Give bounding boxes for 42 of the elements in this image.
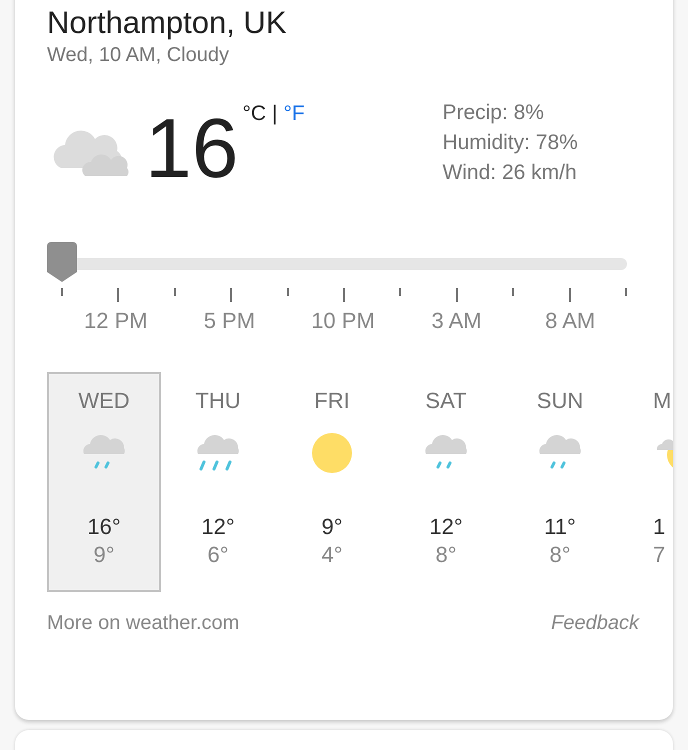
day-label: SUN <box>536 388 584 414</box>
low-temperature: 8° <box>435 542 457 568</box>
low-temperature: 4° <box>321 542 343 568</box>
day-forecast[interactable]: FRI 9° 4° <box>275 372 389 592</box>
unit-toggle[interactable]: °C <box>242 102 266 126</box>
time-label: 5 PM <box>202 308 256 334</box>
low-temperature: 9° <box>93 542 115 568</box>
day-forecast[interactable]: SAT 12° 8° <box>389 372 503 592</box>
day-label: FRI <box>314 388 350 414</box>
low-temperature: 8° <box>549 542 571 568</box>
weather-detail: Wind: 26 km/h <box>442 160 578 186</box>
day-label: THU <box>195 388 241 414</box>
day-forecast[interactable]: SUN 11° 8° <box>503 372 617 592</box>
timeline-slider[interactable] <box>47 242 627 282</box>
day-forecast[interactable]: WED 16° 9° <box>47 372 161 592</box>
slider-thumb[interactable] <box>47 242 77 282</box>
feedback-link[interactable]: Feedback <box>551 612 639 635</box>
day-label: M <box>653 388 672 414</box>
weather-subtitle: Wed, 10 AM, Cloudy <box>47 43 230 68</box>
low-temperature: 7 <box>653 542 666 568</box>
unit-toggle[interactable]: °F <box>283 102 305 126</box>
time-label: 3 AM <box>430 308 483 334</box>
current-temperature: 16 <box>145 106 238 190</box>
weather-detail: Humidity: 78% <box>442 130 578 156</box>
source-link[interactable]: More on weather.com <box>47 612 240 635</box>
high-temperature: 1 <box>653 514 666 540</box>
time-label: 12 PM <box>83 308 149 334</box>
weather-detail: Precip: 8% <box>442 100 545 126</box>
high-temperature: 16° <box>87 514 121 540</box>
day-label: WED <box>78 388 130 414</box>
time-label: 10 PM <box>310 308 376 334</box>
high-temperature: 9° <box>321 514 343 540</box>
high-temperature: 11° <box>544 514 576 540</box>
location-title: Northampton, UK <box>47 4 288 42</box>
low-temperature: 6° <box>207 542 229 568</box>
high-temperature: 12° <box>429 514 463 540</box>
unit-separator: | <box>272 102 278 126</box>
time-label: 8 AM <box>544 308 596 334</box>
day-label: SAT <box>425 388 467 414</box>
high-temperature: 12° <box>201 514 235 540</box>
day-forecast[interactable]: THU 12° 6° <box>161 372 275 592</box>
day-forecast[interactable]: M 1 7 <box>617 372 673 592</box>
